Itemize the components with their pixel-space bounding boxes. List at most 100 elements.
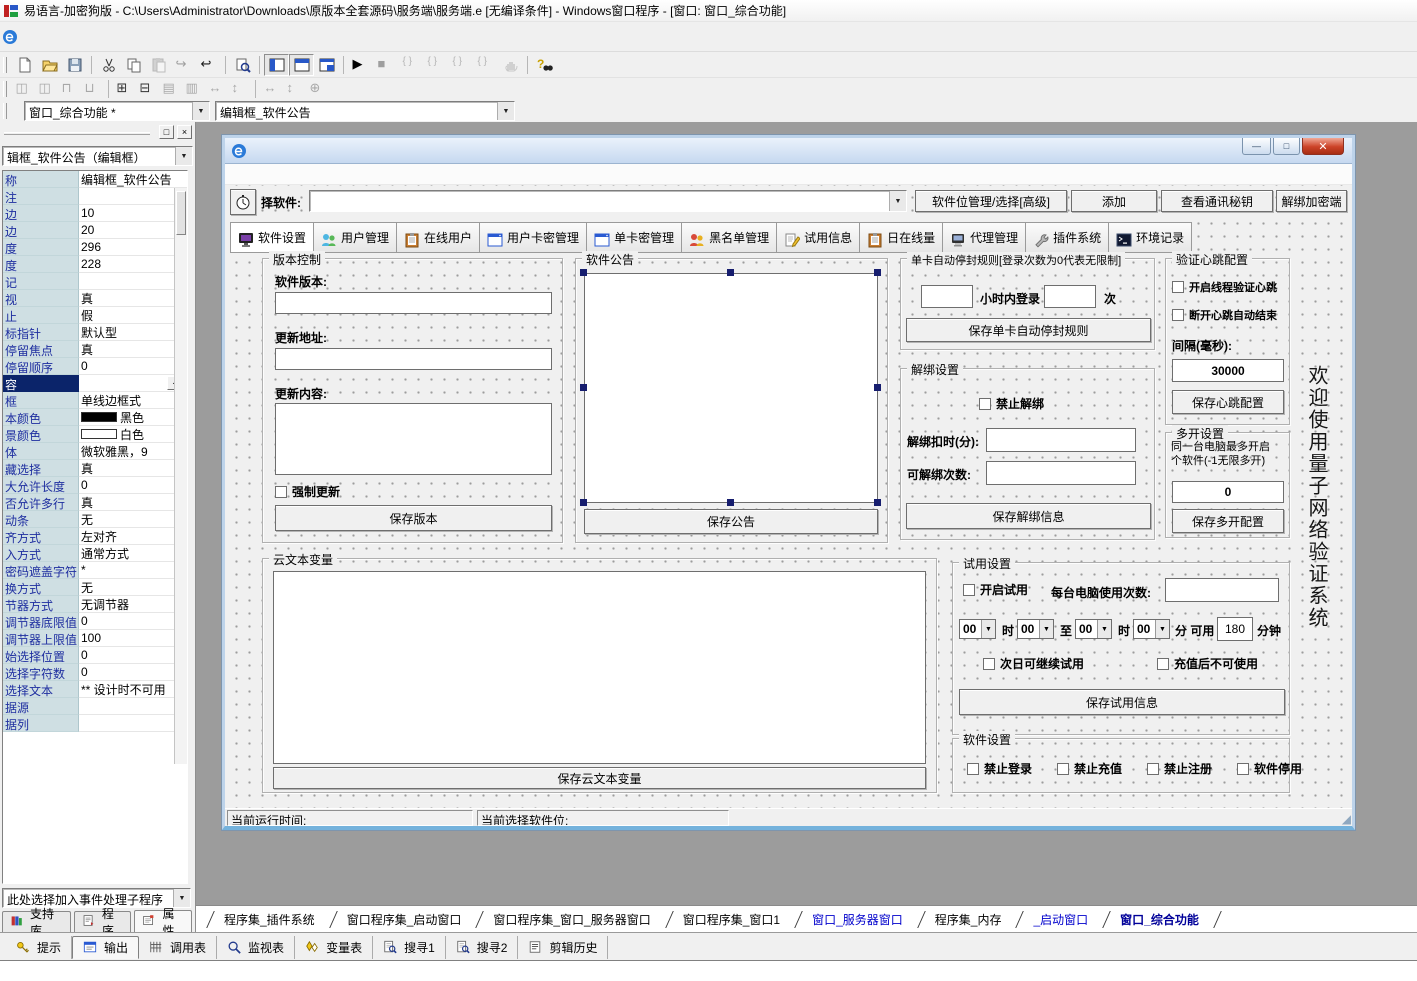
window-tab[interactable]: _启动窗口 <box>1015 907 1102 932</box>
toolbar-gripper[interactable] <box>3 103 7 119</box>
run-to-cursor-button[interactable]: { } <box>473 54 498 76</box>
chevron-down-icon[interactable]: ▼ <box>497 102 514 120</box>
step-out-button[interactable]: { } <box>448 54 473 76</box>
property-row[interactable]: 选择文本** 设计时不可用... <box>3 681 187 698</box>
panel-close-button[interactable]: × <box>177 125 192 139</box>
forbid-unbind-checkbox[interactable]: 禁止解绑 <box>979 395 1044 412</box>
control-selector-combo[interactable]: 编辑框_软件公告 ▼ <box>215 101 515 121</box>
save-card-ban-button[interactable]: 保存单卡自动停封规则 <box>906 318 1151 342</box>
menu-item[interactable] <box>94 33 112 41</box>
property-row[interactable]: 节器方式无调节器... <box>3 596 187 613</box>
output-tab[interactable]: 提示 <box>6 936 72 959</box>
stretch-both-button[interactable]: ⊕ <box>306 80 329 99</box>
property-row[interactable]: 调节器底限值0... <box>3 613 187 630</box>
undo-button[interactable]: ↩ <box>196 54 221 76</box>
save-trial-button[interactable]: 保存试用信息 <box>959 689 1285 715</box>
software-setting-checkbox[interactable]: 软件停用 <box>1237 760 1302 777</box>
window-tab[interactable]: 程序集_插件系统 <box>206 907 329 932</box>
software-version-input[interactable] <box>275 292 552 314</box>
property-row[interactable]: 标指针默认型... <box>3 324 187 341</box>
save-cloud-text-button[interactable]: 保存云文本变量 <box>273 767 926 789</box>
unbind-client-button[interactable]: 解绑加密端 <box>1276 190 1347 212</box>
selection-handle[interactable] <box>874 384 881 391</box>
panel-tab[interactable]: 程序 <box>74 911 132 932</box>
property-row[interactable]: 大允许长度0... <box>3 477 187 494</box>
property-row[interactable]: 密码遮盖字符*... <box>3 562 187 579</box>
scrollbar-thumb[interactable] <box>176 191 186 235</box>
output-tab[interactable]: 调用表 <box>139 936 217 959</box>
no-use-after-charge-checkbox[interactable]: 充值后不可使用 <box>1157 655 1258 672</box>
notice-editbox-selected[interactable] <box>584 273 878 503</box>
ban-times-input[interactable] <box>1044 285 1096 308</box>
start-hour-combo[interactable]: 00▼ <box>959 619 996 639</box>
align-right-button[interactable]: ◫ <box>35 80 58 99</box>
selection-handle[interactable] <box>580 269 587 276</box>
layout-split-button[interactable] <box>314 54 339 76</box>
window-tab[interactable]: 程序集_内存 <box>917 907 1016 932</box>
multi-open-input[interactable]: 0 <box>1172 481 1284 503</box>
property-row[interactable]: 称编辑框_软件公告... <box>3 171 187 188</box>
property-row[interactable]: 止假... <box>3 307 187 324</box>
align-bottom-button[interactable]: ⊔ <box>81 80 104 99</box>
software-manage-button[interactable]: 软件位管理/选择[高级] <box>915 190 1067 212</box>
selection-handle[interactable] <box>580 384 587 391</box>
control-picker-combo[interactable]: 辑框_软件公告（编辑框） ▼ <box>2 146 193 166</box>
chevron-down-icon[interactable]: ▼ <box>1039 620 1053 638</box>
selection-handle[interactable] <box>874 269 881 276</box>
form-tab[interactable]: 试用信息 <box>777 222 860 253</box>
layout-left-button[interactable] <box>264 54 289 76</box>
chevron-down-icon[interactable]: ▼ <box>1097 620 1111 638</box>
output-tab[interactable]: 监视表 <box>217 936 295 959</box>
form-tab[interactable]: 用户卡密管理 <box>480 222 587 253</box>
property-row[interactable]: 齐方式左对齐... <box>3 528 187 545</box>
property-row[interactable]: 视真... <box>3 290 187 307</box>
align-left-button[interactable]: ◫ <box>12 80 35 99</box>
window-tab[interactable]: 窗口程序集_启动窗口 <box>329 907 476 932</box>
menu-item[interactable] <box>40 33 58 41</box>
help-search-button[interactable]: ? <box>532 54 557 76</box>
designed-window[interactable]: — □ ✕ 择软件: ▼ 软件位管理/选择[高级] 添加 查看通讯秘钥 解绑加密… <box>222 135 1355 830</box>
ban-hours-input[interactable] <box>921 285 973 308</box>
stopwatch-button[interactable] <box>230 189 256 215</box>
per-pc-input[interactable] <box>1165 578 1279 602</box>
pause-button[interactable] <box>498 54 523 76</box>
property-row[interactable]: 边20... <box>3 222 187 239</box>
software-setting-checkbox[interactable]: 禁止注册 <box>1147 760 1212 777</box>
form-tab[interactable]: 在线用户 <box>397 222 480 253</box>
property-row[interactable]: 动条无... <box>3 511 187 528</box>
save-notice-button[interactable]: 保存公告 <box>584 509 878 534</box>
unbind-deduct-input[interactable] <box>986 428 1136 452</box>
window-tab[interactable]: 窗口_综合功能 <box>1102 907 1213 932</box>
menu-item[interactable] <box>130 33 148 41</box>
save-multi-open-button[interactable]: 保存多开配置 <box>1172 509 1284 533</box>
menu-item[interactable] <box>184 33 202 41</box>
form-tab[interactable]: 单卡密管理 <box>587 222 682 253</box>
end-minute-combo[interactable]: 00▼ <box>1133 619 1170 639</box>
next-day-trial-checkbox[interactable]: 次日可继续试用 <box>983 655 1084 672</box>
property-row[interactable]: 换方式无... <box>3 579 187 596</box>
output-tab[interactable]: 搜寻1 <box>373 936 446 959</box>
resize-grip[interactable]: ◢ <box>1342 812 1351 826</box>
property-row[interactable]: 注... <box>3 188 187 205</box>
save-version-button[interactable]: 保存版本 <box>275 505 552 531</box>
form-tab[interactable]: 软件设置 <box>230 222 314 253</box>
property-row[interactable]: 景颜色白色... <box>3 426 187 443</box>
selection-handle[interactable] <box>727 499 734 506</box>
property-row[interactable]: 据列... <box>3 715 187 732</box>
copy-button[interactable] <box>121 54 146 76</box>
same-height-button[interactable]: ↕ <box>228 80 251 99</box>
form-tab[interactable]: 代理管理 <box>943 222 1026 253</box>
form-tab[interactable]: 黑名单管理 <box>682 222 777 253</box>
output-tab[interactable]: 输出 <box>72 936 139 959</box>
software-setting-checkbox[interactable]: 禁止登录 <box>967 760 1032 777</box>
form-tab[interactable]: 用户管理 <box>314 222 397 253</box>
center-vertically-button[interactable]: ⊟ <box>136 80 159 99</box>
end-hour-combo[interactable]: 00▼ <box>1075 619 1112 639</box>
run-button[interactable]: ▶ <box>348 54 373 76</box>
step-into-button[interactable]: { } <box>423 54 448 76</box>
stretch-height-button[interactable]: ↕ <box>283 80 306 99</box>
save-unbind-button[interactable]: 保存解绑信息 <box>906 503 1151 529</box>
enable-trial-checkbox[interactable]: 开启试用 <box>963 581 1028 598</box>
property-row[interactable]: 停留顺序0... <box>3 358 187 375</box>
property-row[interactable]: 本颜色黑色... <box>3 409 187 426</box>
